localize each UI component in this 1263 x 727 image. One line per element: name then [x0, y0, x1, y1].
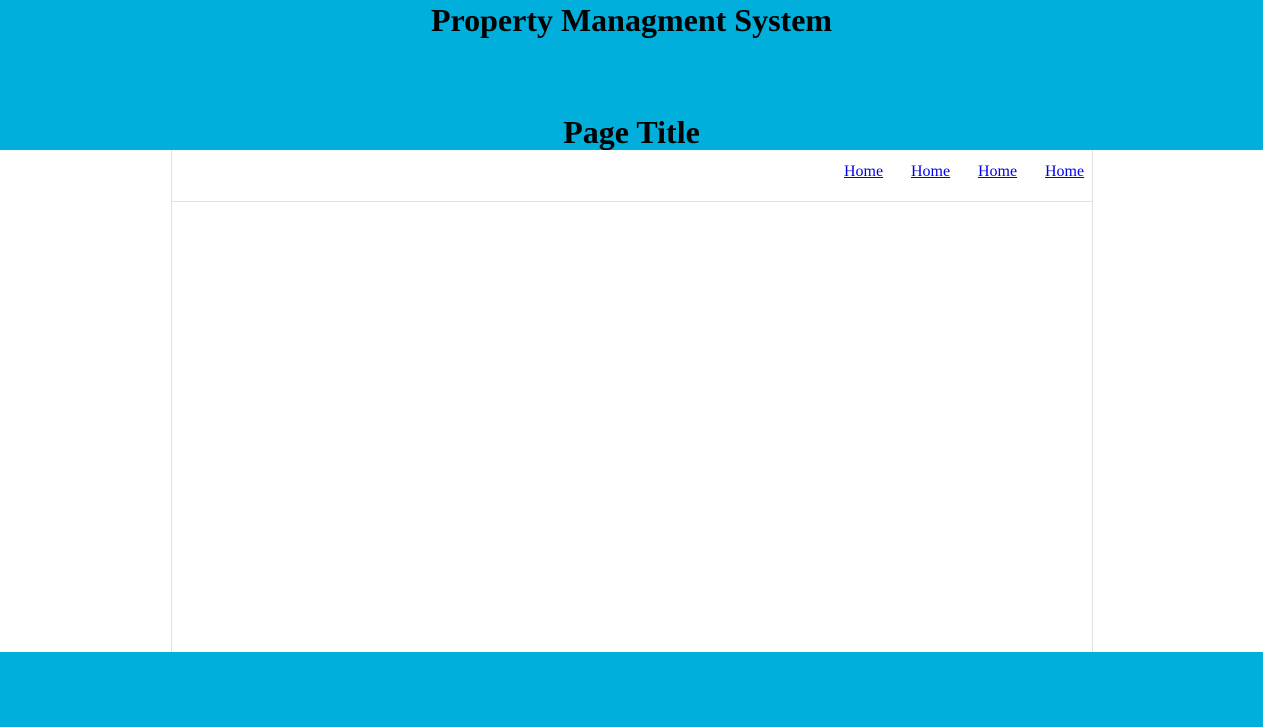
nav-link-home-4[interactable]: Home — [1045, 163, 1084, 181]
top-nav: Home Home Home Home — [172, 150, 1092, 202]
site-header: Property Managment System Page Title — [0, 0, 1263, 150]
nav-link-home-2[interactable]: Home — [911, 163, 950, 181]
content-area — [172, 202, 1092, 652]
nav-link-home-1[interactable]: Home — [844, 163, 883, 181]
site-title: Property Managment System — [430, 2, 833, 38]
main-container: Home Home Home Home — [171, 150, 1093, 652]
page-title: Page Title — [563, 114, 700, 150]
nav-link-home-3[interactable]: Home — [978, 163, 1017, 181]
site-footer — [0, 652, 1263, 727]
